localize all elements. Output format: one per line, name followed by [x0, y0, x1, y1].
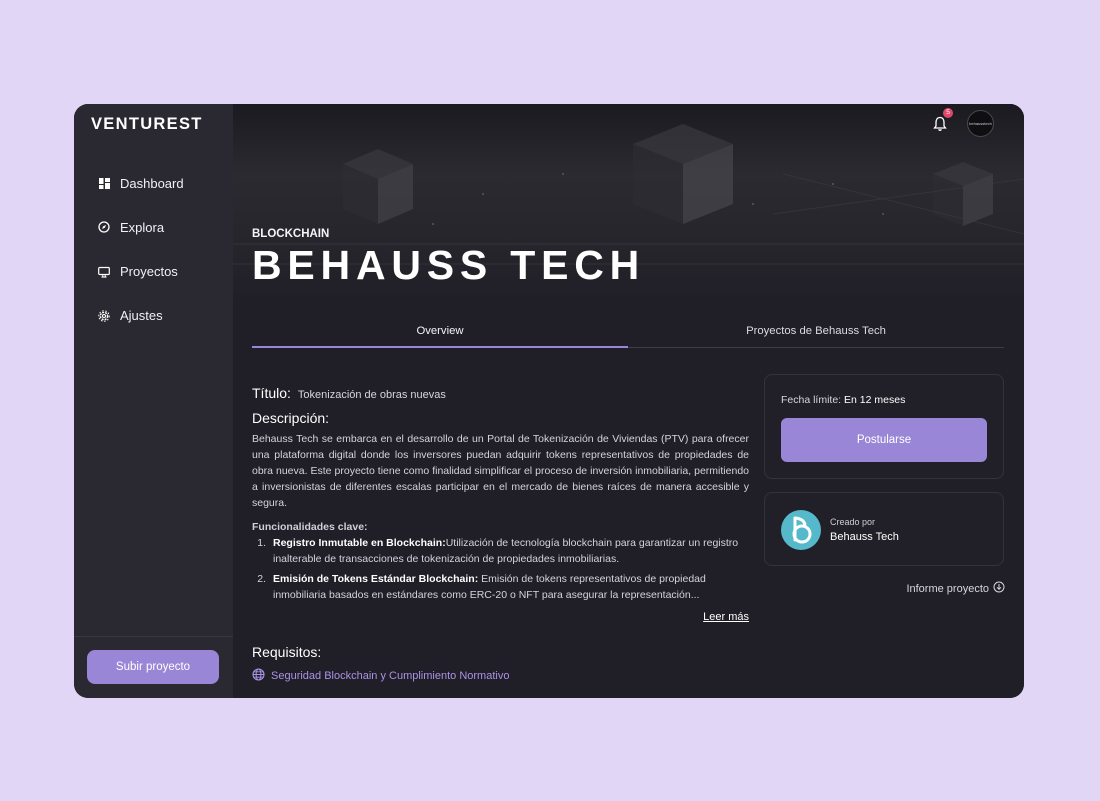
globe-icon — [252, 668, 265, 684]
list-item-content: Registro Inmutable en Blockchain:Utiliza… — [273, 535, 749, 567]
list-item-title: Emisión de Tokens Estándar Blockchain: — [273, 573, 479, 585]
titulo-row: Título: Tokenización de obras nuevas — [252, 385, 749, 401]
sidebar-item-label: Ajustes — [120, 308, 163, 324]
creator-card[interactable]: Creado por Behauss Tech — [764, 492, 1004, 566]
tabs: Overview Proyectos de Behauss Tech — [252, 320, 1004, 348]
list-item-title: Registro Inmutable en Blockchain: — [273, 537, 446, 549]
company-name: BEHAUSS TECH — [252, 242, 646, 288]
project-category: BLOCKCHAIN — [252, 228, 330, 240]
list-item: 1. Registro Inmutable en Blockchain:Util… — [257, 535, 749, 567]
read-more-link[interactable]: Leer más — [703, 611, 749, 623]
deadline: Fecha límite: En 12 meses — [781, 394, 905, 406]
creator-avatar — [781, 510, 821, 550]
sidebar-item-ajustes[interactable]: Ajustes — [98, 306, 184, 326]
notifications-button[interactable]: 5 — [931, 107, 953, 133]
user-avatar[interactable]: behausstech — [967, 110, 994, 137]
main-content: 5 behausstech BLOCKCHAIN BEHAUSS TECH Ov… — [233, 104, 1024, 698]
funcionalidades-label: Funcionalidades clave: — [252, 521, 368, 533]
application-card: Fecha límite: En 12 meses Postularse — [764, 374, 1004, 479]
monitor-icon — [98, 266, 110, 278]
sidebar-item-label: Proyectos — [120, 264, 178, 280]
compass-icon — [98, 221, 110, 233]
deadline-value: En 12 meses — [844, 394, 906, 406]
apply-button[interactable]: Postularse — [781, 418, 987, 462]
sidebar-item-label: Explora — [120, 219, 165, 235]
deadline-label: Fecha límite: — [781, 394, 842, 406]
descripcion-label: Descripción: — [252, 410, 330, 426]
creator-name: Behauss Tech — [830, 531, 899, 543]
descripcion-text: Behauss Tech se embarca en el desarrollo… — [252, 433, 749, 509]
download-icon — [993, 581, 1005, 596]
sidebar-item-dashboard[interactable]: Dashboard — [98, 173, 184, 193]
requisitos-label: Requisitos: — [252, 644, 322, 660]
funcionalidades-list: 1. Registro Inmutable en Blockchain:Util… — [252, 535, 749, 603]
tab-overview[interactable]: Overview — [252, 320, 628, 348]
creator-logo-icon — [792, 516, 812, 544]
report-label: Informe proyecto — [906, 582, 989, 595]
list-item-number: 2. — [257, 573, 266, 585]
hero-banner: 5 behausstech BLOCKCHAIN BEHAUSS TECH — [233, 104, 1024, 304]
list-item-number: 1. — [257, 537, 266, 549]
sidebar-item-label: Dashboard — [120, 175, 184, 191]
sidebar-divider — [74, 636, 233, 637]
dashboard-icon — [98, 177, 110, 189]
overview-section: Título: Tokenización de obras nuevas Des… — [252, 385, 749, 623]
app-window: VENTUREST Dashboard Explora Proyectos Aj… — [74, 104, 1024, 698]
creator-label: Creado por — [830, 517, 876, 527]
requisito-label: Seguridad Blockchain y Cumplimiento Norm… — [271, 670, 510, 682]
project-report-link[interactable]: Informe proyecto — [906, 581, 1005, 596]
topbar-actions: 5 behausstech — [931, 107, 994, 137]
sidebar-item-explora[interactable]: Explora — [98, 217, 184, 237]
titulo-label: Título: — [252, 385, 291, 401]
logo[interactable]: VENTUREST — [91, 115, 203, 134]
sidebar-item-proyectos[interactable]: Proyectos — [98, 262, 184, 282]
tab-proyectos-empresa[interactable]: Proyectos de Behauss Tech — [628, 320, 1004, 347]
gear-icon — [98, 310, 110, 322]
sidebar-nav: Dashboard Explora Proyectos Ajustes — [98, 173, 184, 350]
bell-icon — [931, 116, 949, 137]
avatar-text: behausstech — [969, 121, 992, 126]
notification-badge: 5 — [943, 107, 953, 118]
list-item: 2. Emisión de Tokens Estándar Blockchain… — [257, 571, 749, 603]
upload-project-button[interactable]: Subir proyecto — [87, 650, 219, 684]
requisito-item[interactable]: Seguridad Blockchain y Cumplimiento Norm… — [252, 668, 509, 684]
titulo-value: Tokenización de obras nuevas — [297, 389, 446, 401]
sidebar: VENTUREST Dashboard Explora Proyectos Aj… — [74, 104, 233, 698]
list-item-content: Emisión de Tokens Estándar Blockchain: E… — [273, 571, 749, 603]
